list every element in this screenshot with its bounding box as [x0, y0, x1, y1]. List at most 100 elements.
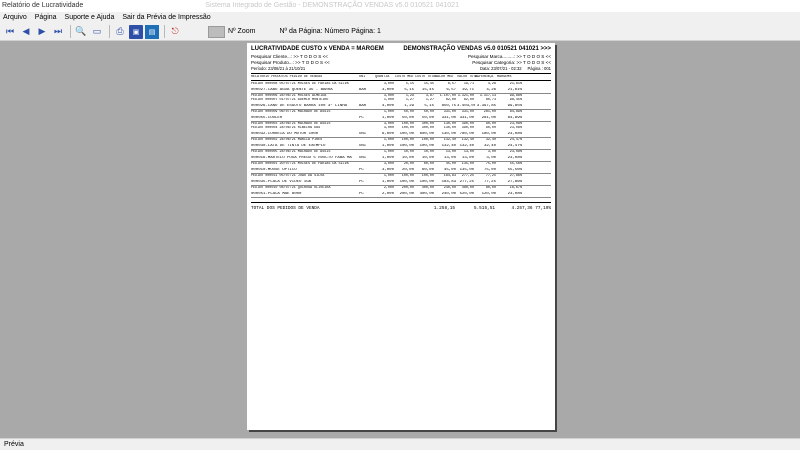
table-cell: 84,89% — [507, 115, 522, 120]
table-cell — [359, 186, 375, 190]
table-cell: 100,00 — [399, 143, 414, 148]
table-cell: 13,00 — [445, 150, 456, 155]
table-cell: 2,000 — [381, 191, 394, 196]
table-cell: 132,40 — [441, 143, 456, 148]
column-header-row: RELATÓRIO PRODUTOS PEDIDO DE VENDAS UNI QU… — [251, 75, 551, 79]
table-cell: 100,00 — [421, 174, 434, 179]
table-cell: 132,40 — [461, 138, 474, 143]
table-cell: 77,25 — [483, 179, 496, 184]
table-cell: PC — [359, 179, 364, 184]
table-cell: 3.397,85 — [476, 103, 496, 108]
exit-icon[interactable]: ⎋ — [168, 25, 182, 39]
table-cell: 60,00 — [421, 167, 434, 172]
table-cell: 400,00 — [419, 191, 434, 196]
table-cell: 100,00 — [419, 179, 434, 184]
table-cell: UNI — [359, 155, 367, 160]
page-setup-icon[interactable]: ▭ — [90, 25, 104, 39]
table-cell: 6,57 — [446, 87, 456, 92]
table-cell: 135,00 — [461, 162, 474, 167]
menu-sair-previa[interactable]: Sair da Prévia de Impressão — [122, 12, 210, 23]
previous-page-icon[interactable]: ◀ — [19, 25, 33, 39]
table-cell: 4,000 — [381, 103, 394, 108]
table-cell: 20,00 — [401, 167, 414, 172]
table-cell: 80,73 — [485, 98, 496, 103]
table-cell: 100,00 — [399, 131, 414, 136]
print-setup-icon[interactable]: ▣ — [129, 24, 143, 39]
table-cell: 50,00 — [423, 110, 434, 115]
print-icon[interactable]: ⎙ — [113, 25, 127, 39]
toolbar-separator — [70, 25, 71, 38]
table-cell: 000010-MOUSE OPTICO — [251, 167, 297, 172]
table-cell: 15,45 — [423, 82, 434, 87]
table-cell: 10,00 — [423, 150, 434, 155]
menu-suporte[interactable]: Suporte e Ajuda — [65, 12, 115, 23]
table-cell: 23,08% — [507, 191, 522, 196]
table-cell: 331,00 — [443, 110, 456, 115]
next-page-icon[interactable]: ▶ — [35, 25, 49, 39]
table-cell: 390,00 — [461, 126, 474, 131]
table-cell: 24,47% — [507, 143, 522, 148]
report-date: Data: 23/07/21 - 02:32 — [479, 65, 522, 71]
table-cell: 200,00 — [399, 191, 414, 196]
zoom-label: Nº Zoom — [228, 28, 256, 35]
last-page-icon[interactable]: ⏭ — [51, 25, 65, 39]
table-cell: 132,40 — [459, 143, 474, 148]
table-cell: 82,00 — [463, 98, 474, 103]
table-cell: 1,000 — [383, 150, 394, 155]
table-cell — [359, 162, 375, 166]
period-row: Período: 23/08/21 à 21/10/21 Data: 23/07… — [251, 66, 551, 72]
table-cell: 3,000 — [383, 162, 394, 167]
table-cell: PC — [359, 115, 364, 120]
table-cell: 21,61% — [507, 87, 522, 92]
table-cell: 480,00 — [461, 186, 474, 191]
menu-pagina[interactable]: Página — [35, 12, 57, 23]
table-cell: 000055-COOLER — [251, 115, 283, 120]
table-cell: 000032-CORREIA DO MOTOR 1000 — [251, 131, 319, 136]
column-header: CUSTO TOTAL — [415, 74, 438, 79]
table-cell: 15,45 — [421, 87, 434, 92]
total-value: 5.515,51 — [473, 206, 495, 212]
product-subtotal-row: 000051-PLACA MÃE 8000 PC 2,000 200,00 400,00… — [251, 192, 551, 199]
table-cell: 23,08% — [507, 155, 522, 160]
table-cell: 000051-PLACA MÃE 8000 — [251, 191, 302, 196]
table-cell: 3,000 — [381, 87, 394, 92]
report-rows: PEDIDO 000008 05/07/21 MOISÉS DE FARIAS … — [251, 82, 551, 199]
first-page-icon[interactable]: ⏮ — [3, 25, 17, 39]
report-total-row: TOTAL DOS PEDIDOS DE VENDA 1.258,15 5.51… — [251, 206, 551, 212]
table-cell: 240,00 — [441, 191, 456, 196]
table-cell: 19,71 — [463, 82, 474, 87]
table-cell: PEDIDO 000008 05/07/21 MOISÉS DE FARIAS … — [251, 82, 349, 87]
divider — [251, 72, 551, 74]
table-cell: 55,56% — [509, 162, 522, 167]
table-cell: 19,71 — [461, 87, 474, 92]
table-cell: 6,000 — [381, 131, 394, 136]
table-cell: 1,000 — [383, 138, 394, 143]
table-cell: 50,00 — [421, 115, 434, 120]
table-cell: 3,00 — [487, 150, 496, 155]
table-cell: 1,000 — [381, 143, 394, 148]
table-cell: 180,00 — [481, 131, 496, 136]
table-cell: PEDIDO 000001 20/07/21 MOISÉS DE FARIAS … — [251, 162, 349, 167]
table-cell: 331,00 — [461, 110, 474, 115]
table-cell: 20,00 — [403, 162, 414, 167]
menu-arquivo[interactable]: Arquivo — [3, 12, 27, 23]
table-cell: 4,26 — [486, 87, 496, 92]
table-cell: 50,00 — [401, 115, 414, 120]
table-cell: 5,15 — [405, 82, 414, 87]
status-text: Prévia — [4, 441, 24, 448]
table-cell: 84,89% — [509, 110, 522, 115]
zoom-icon[interactable]: 🔍 — [74, 25, 88, 39]
order-row: PEDIDO 000005 28/06/21 MACHADO DE ASSIS 1… — [251, 150, 551, 154]
table-cell: 75,00 — [485, 162, 496, 167]
order-row: PEDIDO 000007 01/07/21 ADEMIR MONTEIRO 1,… — [251, 98, 551, 102]
toolbar: ⏮ ◀ ▶ ⏭ 🔍 ▭ ⎙ ▣ ▤ ⎋ Nº Zoom Nº da Página… — [0, 23, 800, 41]
total-cost: 1.258,15 — [433, 206, 455, 212]
order-row: PEDIDO 000010 08/07/21 QUIROGA OLIVEIRA 2… — [251, 186, 551, 190]
table-cell: 277,25 — [461, 174, 474, 179]
zoom-input[interactable] — [208, 25, 225, 38]
table-cell: 3,000 — [383, 126, 394, 131]
save-icon[interactable]: ▤ — [145, 24, 159, 39]
table-cell: 5,15 — [424, 103, 434, 108]
column-header: CUSTO MED — [395, 74, 414, 79]
table-cell: 10,00 — [421, 155, 434, 160]
